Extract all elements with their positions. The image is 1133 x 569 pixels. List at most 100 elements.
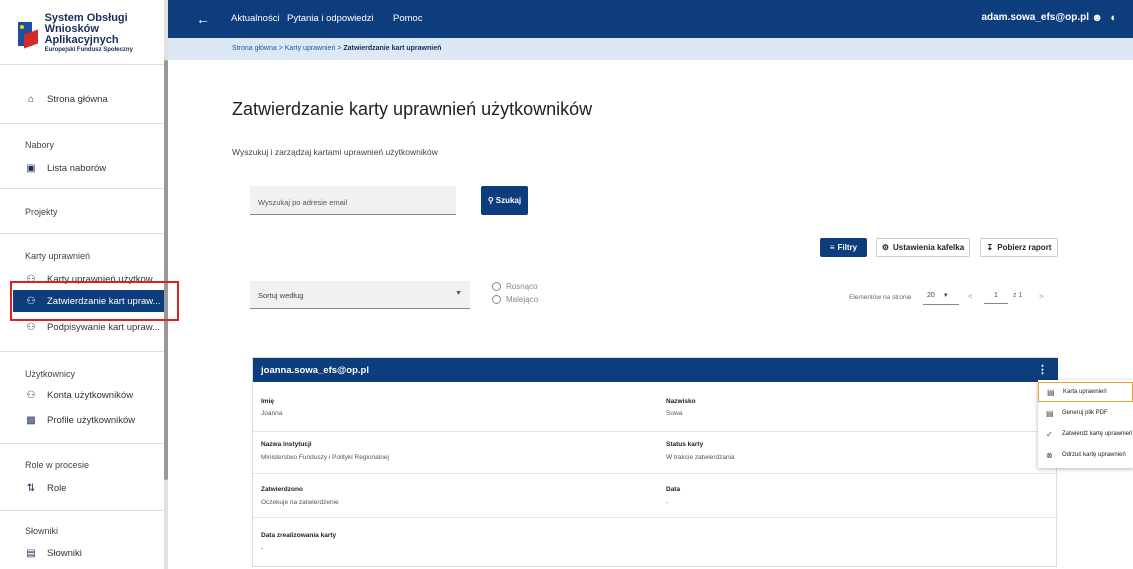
sort-desc-radio[interactable]: Malejąco — [492, 295, 538, 304]
prev-page-icon[interactable]: < — [968, 292, 973, 301]
nav-aktualnosci[interactable]: Aktualności — [231, 13, 280, 24]
filter-icon: ≡ — [829, 243, 835, 252]
section-title-role: Role w procesie — [25, 460, 90, 470]
cancel-circle-icon: ⊗ — [1046, 450, 1053, 460]
field-label-data: Data — [666, 486, 681, 493]
page-total: z 1 — [1013, 292, 1023, 299]
sidebar-item-label: Strona główna — [47, 93, 108, 105]
highlight-annotation — [10, 281, 179, 321]
card-row: Nazwa instytucji Ministerstwo Funduszy i… — [253, 432, 1058, 474]
sidebar-item-label: Podpisywanie kart upraw... — [47, 321, 161, 333]
search-input[interactable]: Wyszukaj po adresie email — [250, 186, 456, 215]
sidebar-item-label: Role — [47, 482, 67, 494]
card-row: Data zrealizowania karty - — [253, 518, 1058, 566]
radio-circle — [492, 282, 501, 291]
section-title-karty: Karty uprawnień — [25, 251, 91, 261]
breadcrumb-current: Zatwierdzanie kart uprawnień — [343, 45, 442, 52]
search-button[interactable]: ⚲ Szukaj — [481, 186, 528, 215]
account-icon[interactable]: ☻ — [1091, 12, 1103, 24]
divider — [0, 510, 164, 511]
tile-settings-button[interactable]: ⚙ Ustawienia kafelka — [876, 238, 970, 257]
page-subtitle: Wyszukuj i zarządzaj kartami uprawnień u… — [232, 147, 438, 157]
sidebar-item-label: Lista naborów — [47, 162, 107, 174]
check-circle-icon: ✓ — [1046, 429, 1053, 439]
field-value-instytucja: Ministerstwo Funduszy i Polityki Regiona… — [261, 454, 389, 461]
sidebar-item-slowniki[interactable]: ▤ Słowniki — [25, 542, 82, 564]
section-title-uzytkownicy: Użytkownicy — [25, 369, 76, 379]
sidebar-item-projekty[interactable]: Projekty — [25, 207, 58, 217]
eu-logo-icon — [18, 22, 39, 49]
download-icon: ↧ — [986, 243, 994, 252]
radio-circle — [492, 295, 501, 304]
field-label-zatwierdzono: Zatwierdzono — [261, 486, 303, 493]
divider — [0, 351, 164, 352]
dictionary-icon: ▤ — [26, 547, 36, 559]
scrollbar-thumb[interactable] — [164, 60, 168, 480]
field-label-data-zreal: Data zrealizowania karty — [261, 532, 337, 539]
roles-icon: ⇅ — [26, 482, 36, 494]
card-row: Zatwierdzono Oczekuje na zatwierdzenie D… — [253, 474, 1058, 518]
next-page-icon[interactable]: > — [1039, 292, 1044, 301]
gear-icon: ⚙ — [881, 243, 889, 252]
sidebar-item-role[interactable]: ⇅ Role — [25, 477, 67, 499]
chevron-down-icon: ▼ — [942, 293, 949, 299]
sidebar-item-label: Profile użytkowników — [47, 414, 136, 426]
field-label-imie: Imię — [261, 398, 275, 405]
download-report-button[interactable]: ↧ Pobierz raport — [980, 238, 1058, 257]
document-icon: ▤ — [1047, 387, 1055, 397]
sidebar-item-label: Konta użytkowników — [47, 389, 134, 401]
card-actions-menu: ▤ Karta uprawnień ▤ Generuj plik PDF ✓ Z… — [1038, 380, 1133, 468]
card-row: Imię Joanna Nazwisko Sowa — [253, 382, 1058, 432]
permission-card: joanna.sowa_efs@op.pl ⋮ Imię Joanna Nazw… — [252, 357, 1058, 567]
breadcrumb: Strona główna > Karty uprawnień > Zatwie… — [168, 38, 1133, 60]
search-icon: ⚲ — [487, 196, 494, 205]
filters-button[interactable]: ≡ Filtry — [820, 238, 867, 257]
logo-line2: Wniosków Aplikacyjnych — [44, 23, 119, 46]
nav-pomoc[interactable]: Pomoc — [393, 13, 423, 24]
contrast-icon[interactable]: ◐ — [1110, 12, 1117, 24]
divider — [0, 443, 164, 444]
back-arrow-icon[interactable]: ← — [196, 11, 210, 27]
sidebar-item-profile[interactable]: ▩ Profile użytkowników — [25, 409, 135, 431]
field-value-imie: Joanna — [261, 410, 283, 417]
divider — [0, 123, 164, 124]
nav-pytania[interactable]: Pytania i odpowiedzi — [287, 13, 374, 24]
app-logo[interactable]: System Obsługi Wniosków Aplikacyjnych Eu… — [18, 13, 167, 54]
more-vert-icon[interactable]: ⋮ — [1037, 363, 1048, 376]
field-value-data: - — [666, 499, 669, 506]
field-value-zatwierdzono: Oczekuje na zatwierdzenie — [261, 499, 339, 506]
people-icon: ⚇ — [26, 321, 36, 333]
sidebar-item-lista-naborow[interactable]: ▣ Lista naborów — [25, 157, 106, 179]
sidebar-item-konta[interactable]: ⚇ Konta użytkowników — [25, 384, 134, 406]
chevron-down-icon: ▼ — [455, 290, 462, 297]
breadcrumb-parent[interactable]: Karty uprawnień — [285, 45, 336, 52]
sort-asc-radio[interactable]: Rosnąco — [492, 282, 538, 291]
card-email: joanna.sowa_efs@op.pl — [261, 365, 369, 376]
field-label-instytucja: Nazwa instytucji — [261, 441, 312, 448]
divider — [0, 188, 164, 189]
people-icon: ⚇ — [26, 389, 36, 401]
sidebar-item-label: Słowniki — [47, 547, 82, 559]
page-size-select[interactable]: 20 ▼ — [923, 289, 959, 305]
user-email[interactable]: adam.sowa_efs@op.pl — [981, 12, 1089, 23]
section-title-slowniki: Słowniki — [25, 526, 59, 536]
divider — [0, 233, 164, 234]
page-title: Zatwierdzanie karty uprawnień użytkownik… — [232, 99, 593, 119]
menu-item-pdf[interactable]: ▤ Generuj plik PDF — [1038, 403, 1133, 423]
sidebar-item-home[interactable]: ⌂ Strona główna — [25, 88, 108, 110]
section-title-nabory: Nabory — [25, 140, 55, 150]
field-label-nazwisko: Nazwisko — [666, 398, 696, 405]
breadcrumb-home[interactable]: Strona główna — [232, 45, 277, 52]
card-header: joanna.sowa_efs@op.pl ⋮ — [253, 358, 1058, 382]
sort-select[interactable]: Sortuj według ▼ — [250, 281, 470, 309]
logo-line3: Europejski Fundusz Społeczny — [44, 47, 133, 53]
document-icon: ▤ — [1046, 408, 1054, 418]
archive-icon: ▣ — [26, 162, 36, 174]
top-bar: ← Aktualności Pytania i odpowiedzi Pomoc… — [168, 0, 1133, 38]
page-number-input[interactable]: 1 — [984, 288, 1008, 304]
menu-item-zatwierdz[interactable]: ✓ Zatwierdź kartę uprawnień — [1038, 424, 1133, 444]
menu-item-odrzuc[interactable]: ⊗ Odrzuć kartę uprawnień — [1038, 445, 1133, 465]
profile-card-icon: ▩ — [26, 414, 36, 426]
menu-item-karta[interactable]: ▤ Karta uprawnień — [1038, 382, 1133, 402]
field-value-nazwisko: Sowa — [666, 410, 683, 417]
